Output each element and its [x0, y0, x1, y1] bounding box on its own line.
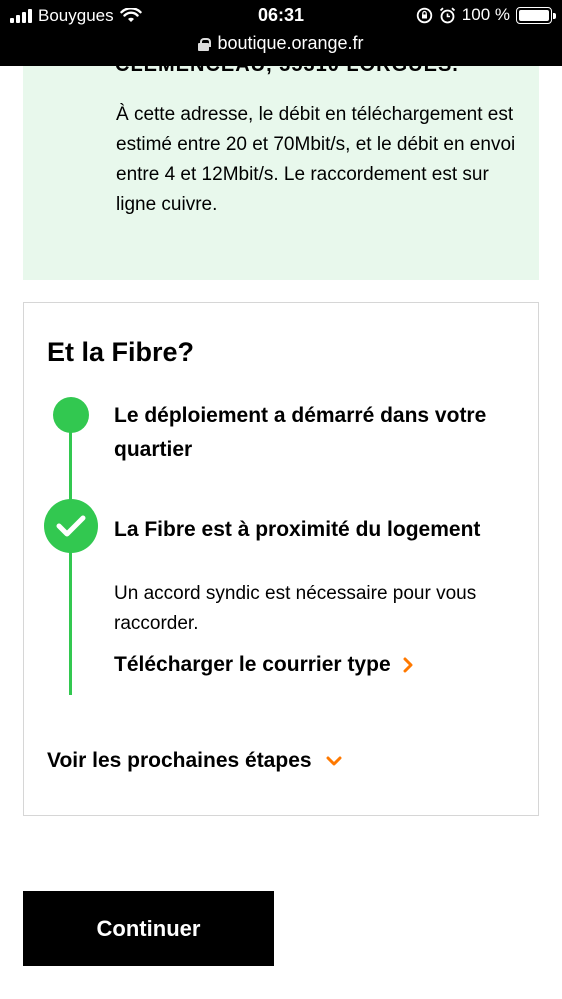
step-deployment: Le déploiement a démarré dans votre quar…	[114, 404, 487, 461]
chevron-right-icon	[403, 657, 413, 673]
timeline-line	[69, 415, 72, 695]
fibre-title: Et la Fibre?	[47, 337, 195, 367]
url-text: boutique.orange.fr	[217, 33, 364, 53]
next-steps-toggle[interactable]: Voir les prochaines étapes	[47, 749, 342, 773]
download-letter-link[interactable]: Télécharger le courrier type	[114, 653, 413, 677]
next-steps-label: Voir les prochaines étapes	[47, 749, 312, 772]
step-proximity-description: Un accord syndic est nécessaire pour vou…	[114, 583, 477, 634]
url-bar[interactable]: boutique.orange.fr	[0, 33, 562, 54]
step-proximity: La Fibre est à proximité du logement	[114, 518, 481, 541]
alarm-icon	[439, 7, 455, 23]
status-bar: Bouygues 06:31 100 % boutique.orange.fr	[0, 0, 562, 66]
download-letter-label: Télécharger le courrier type	[114, 653, 391, 676]
speed-info-box: CLEMENCEAU, 35310 LORGUES. À cette adres…	[23, 60, 539, 280]
continue-button[interactable]: Continuer	[23, 891, 274, 966]
step-dot-icon	[53, 397, 89, 433]
chevron-down-icon	[326, 756, 342, 766]
speed-info-text: À cette adresse, le débit en téléchargem…	[116, 104, 516, 215]
battery-label: 100 %	[461, 5, 510, 24]
status-right: 100 %	[416, 5, 556, 25]
fibre-card: Et la Fibre? Le déploiement a démarré da…	[23, 302, 539, 816]
battery-icon	[516, 6, 556, 24]
rotation-lock-icon	[416, 7, 432, 23]
check-icon	[44, 499, 98, 553]
lock-icon	[198, 38, 212, 51]
